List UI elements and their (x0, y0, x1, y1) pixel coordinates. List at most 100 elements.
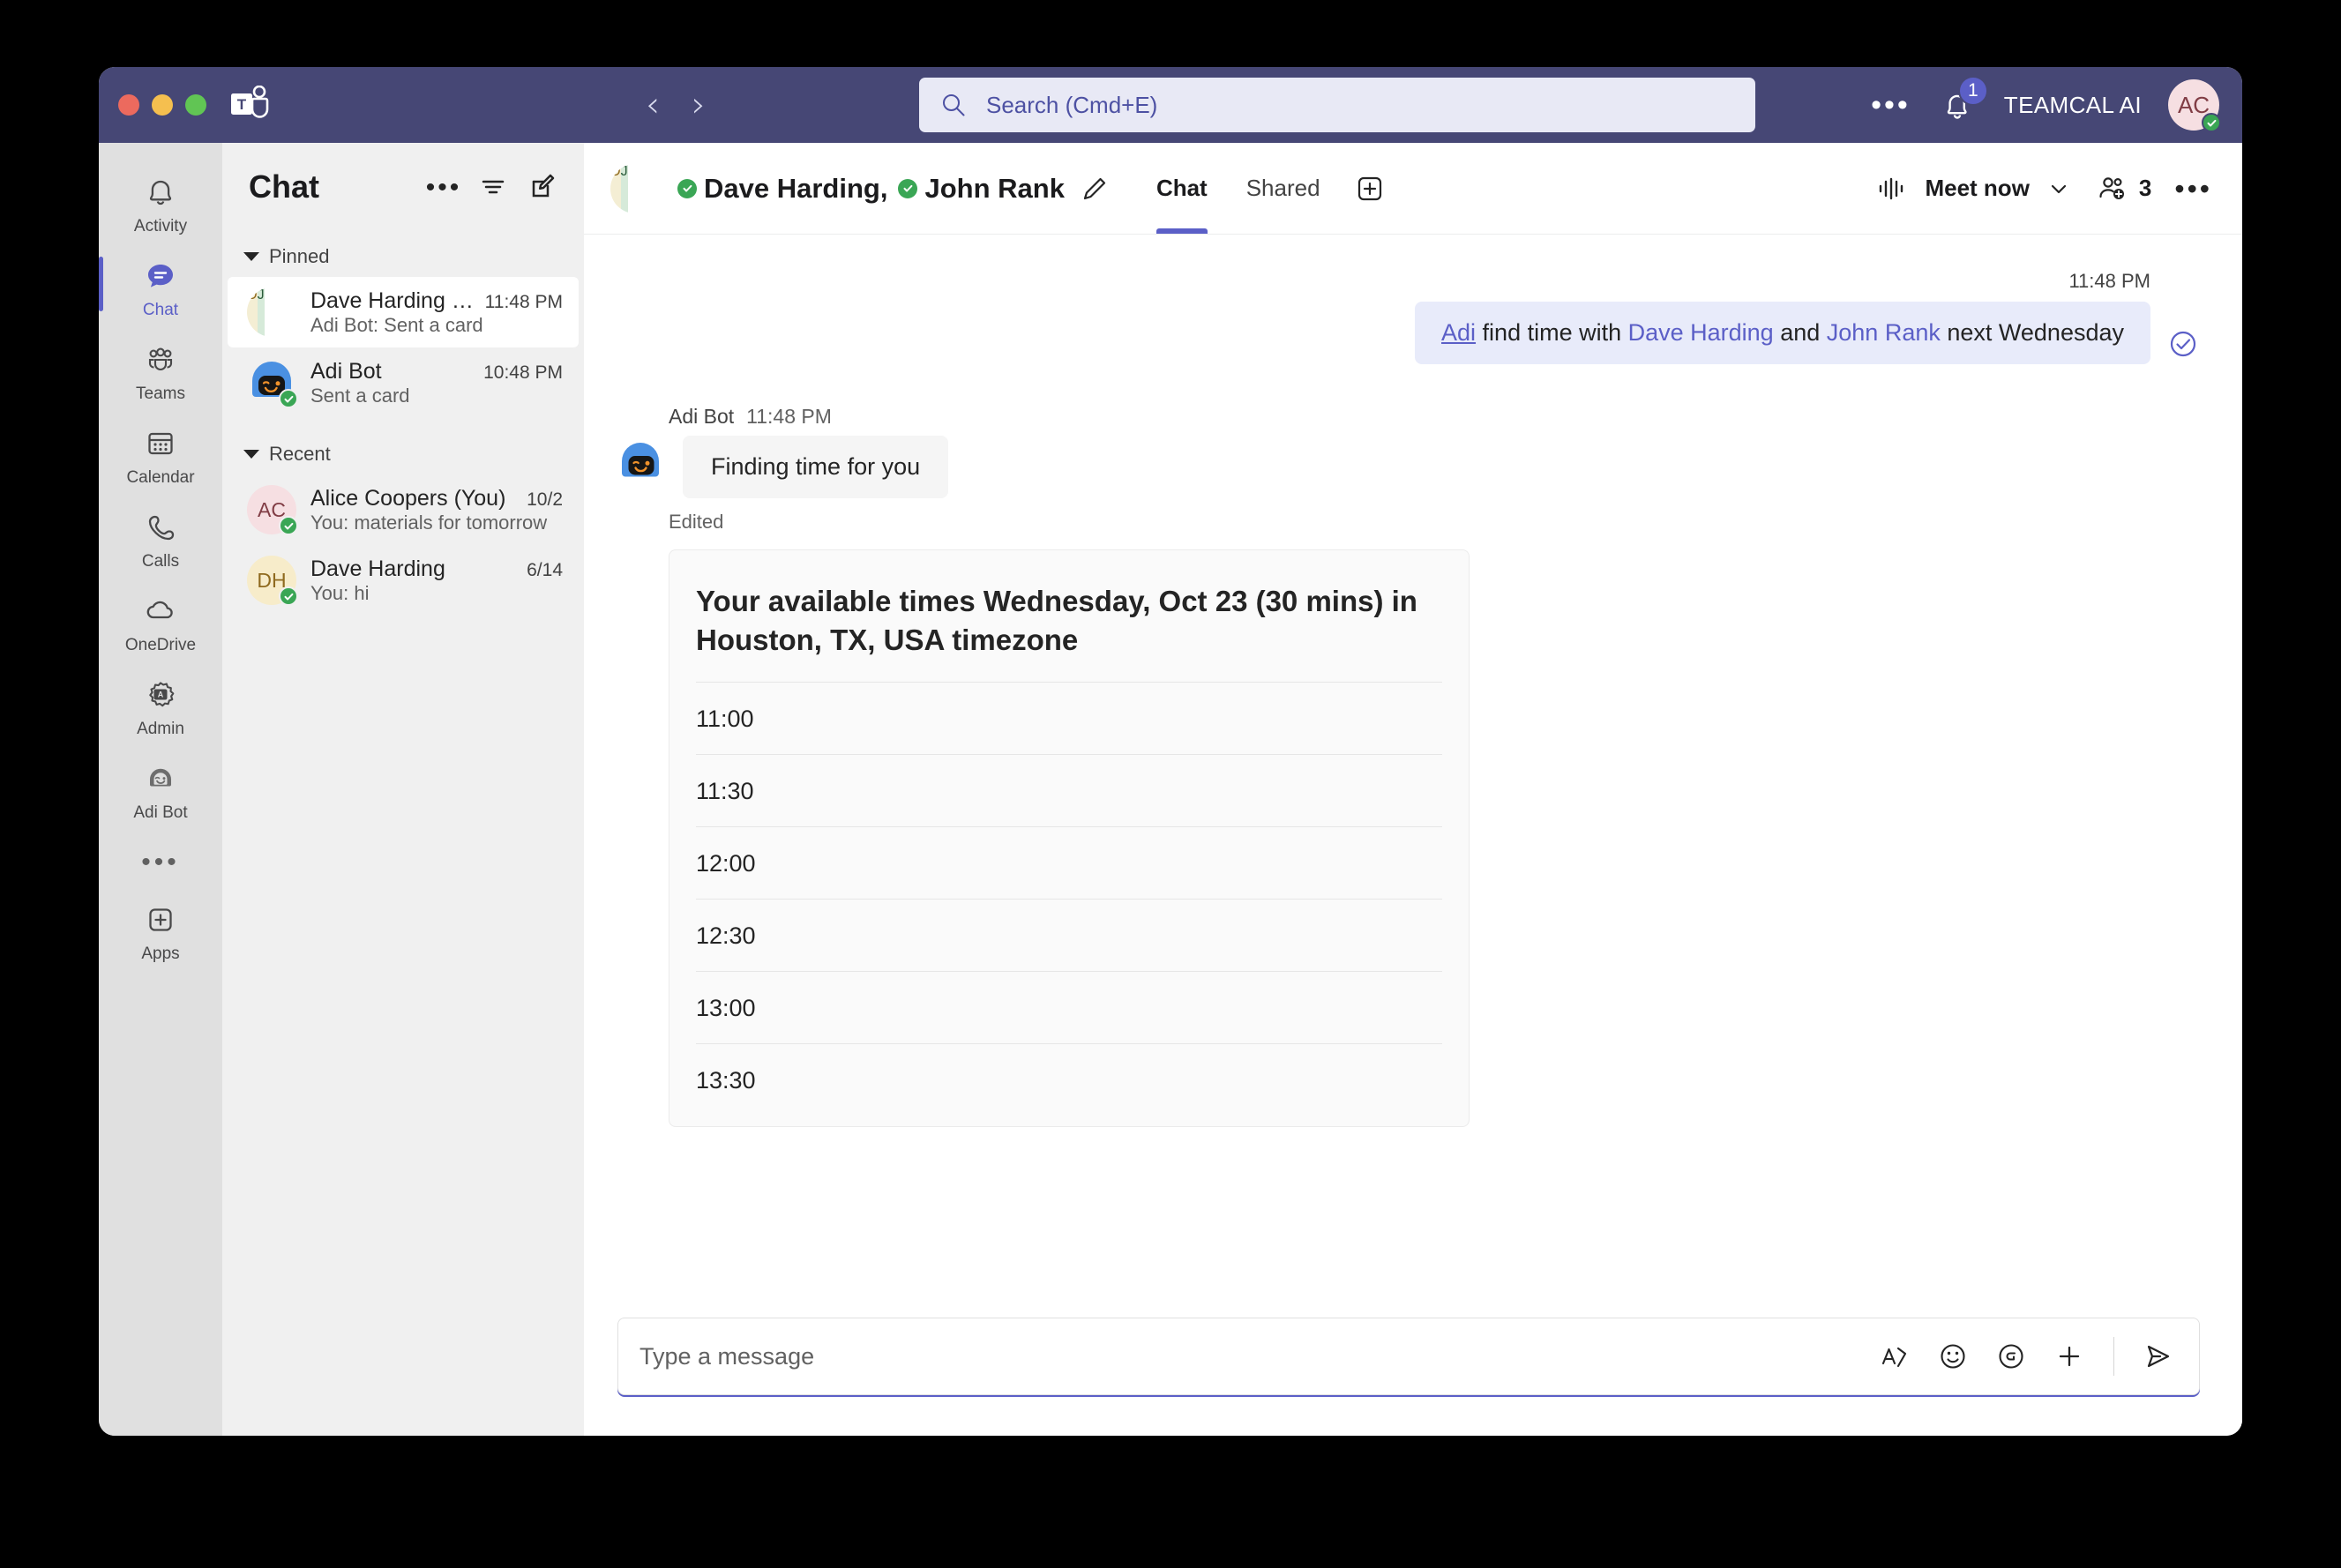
message-bubble: Adi find time with Dave Harding and John… (1415, 302, 2150, 364)
chat-list-header: Chat ••• (222, 143, 584, 231)
avatar: D J (610, 164, 660, 213)
participant-dave-harding[interactable]: Dave Harding (677, 173, 880, 205)
list-item[interactable]: D J Dave Harding and ... 11:48 PM Adi Bo… (228, 277, 579, 347)
chat-list-more-button[interactable]: ••• (423, 167, 464, 207)
avatar: DH (247, 556, 296, 605)
tab-shared[interactable]: Shared (1227, 143, 1340, 234)
bell-icon (142, 174, 179, 211)
sidebar-item-admin[interactable]: A Admin (99, 665, 222, 749)
sent-check-icon (2166, 327, 2200, 361)
titlebar-right-group: ••• 1 TEAMCAL AI AC (1871, 79, 2219, 131)
section-header-pinned[interactable]: Pinned (222, 231, 584, 277)
calendar-icon (142, 425, 179, 462)
send-icon[interactable] (2141, 1339, 2176, 1374)
avatar (617, 439, 665, 487)
add-tab-icon[interactable] (1352, 171, 1387, 206)
minimize-window-button[interactable] (152, 94, 173, 116)
list-item-body: Adi Bot 10:48 PM Sent a card (310, 359, 563, 407)
forward-button[interactable]: › (692, 87, 706, 123)
avatar-initial-left: D (610, 164, 621, 213)
teams-window: T ‹ › ••• 1 T (99, 67, 2242, 1436)
message-input[interactable] (639, 1343, 1877, 1370)
conversation-more-button[interactable]: ••• (2174, 182, 2212, 196)
tab-chat[interactable]: Chat (1137, 143, 1227, 234)
giphy-icon[interactable] (1993, 1339, 2029, 1374)
close-window-button[interactable] (118, 94, 139, 116)
sidebar-item-activity[interactable]: Activity (99, 162, 222, 246)
presence-available-icon (677, 179, 697, 198)
list-item[interactable]: AC Alice Coopers (You) 10/2 You: materia… (228, 474, 579, 545)
sidebar-more-button[interactable]: ••• (141, 833, 180, 877)
page-title: Chat (249, 168, 415, 205)
avatar (247, 358, 296, 407)
sidebar-item-apps[interactable]: Apps (99, 890, 222, 974)
section-header-recent[interactable]: Recent (222, 418, 584, 474)
chevron-down-icon[interactable] (2046, 175, 2072, 202)
global-search[interactable] (919, 78, 1755, 132)
time-slot-option[interactable]: 13:30 (696, 1044, 1442, 1100)
bot-face-icon (142, 760, 179, 797)
list-item[interactable]: Adi Bot 10:48 PM Sent a card (228, 347, 579, 418)
window-body: Activity Chat (99, 143, 2242, 1436)
time-slot-option[interactable]: 13:00 (696, 972, 1442, 1044)
person-mention-dave[interactable]: Dave Harding (1628, 319, 1774, 346)
sidebar-item-chat[interactable]: Chat (99, 246, 222, 330)
time-slot-option[interactable]: 11:30 (696, 755, 1442, 827)
presence-available-icon (279, 586, 298, 606)
participant-john-rank[interactable]: John Rank (898, 173, 1064, 205)
format-icon[interactable] (1877, 1339, 1912, 1374)
sidebar-item-label: Adi Bot (133, 803, 187, 823)
titlebar-more-button[interactable]: ••• (1871, 96, 1911, 114)
time-slot-option[interactable]: 11:00 (696, 683, 1442, 755)
sidebar-item-label: Chat (143, 301, 178, 320)
presence-available-icon (279, 389, 298, 408)
sidebar-item-calls[interactable]: Calls (99, 497, 222, 581)
sidebar-item-onedrive[interactable]: OneDrive (99, 581, 222, 665)
add-people-button[interactable]: 3 (2095, 171, 2151, 206)
sidebar-item-calendar[interactable]: Calendar (99, 414, 222, 497)
list-item-title: Adi Bot (310, 359, 476, 385)
list-item-preview: Adi Bot: Sent a card (310, 314, 483, 336)
message-text-part: next Wednesday (1941, 319, 2124, 346)
sidebar-item-adi-bot[interactable]: Adi Bot (99, 749, 222, 833)
meet-now-label: Meet now (1925, 175, 2029, 202)
list-item[interactable]: DH Dave Harding 6/14 You: hi (228, 545, 579, 616)
message-timestamp: 11:48 PM (2068, 270, 2150, 293)
time-slot-option[interactable]: 12:30 (696, 900, 1442, 972)
filter-icon[interactable] (473, 167, 513, 207)
search-icon (940, 92, 967, 118)
search-input[interactable] (986, 92, 1734, 119)
bot-face-icon (617, 439, 665, 487)
plus-icon[interactable] (2052, 1339, 2087, 1374)
compose-icon[interactable] (522, 167, 563, 207)
sidebar-item-label: Calendar (126, 468, 194, 488)
list-item-preview: You: materials for tomorrow (310, 511, 547, 534)
composer-divider (2113, 1337, 2114, 1376)
avatar[interactable]: AC (2168, 79, 2219, 131)
maximize-window-button[interactable] (185, 94, 206, 116)
meet-now-button[interactable]: Meet now (1874, 171, 2071, 206)
admin-gear-icon: A (142, 676, 179, 713)
notifications-button[interactable]: 1 (1937, 85, 1978, 125)
list-item-title: Alice Coopers (You) (310, 486, 520, 511)
sidebar-item-teams[interactable]: Teams (99, 330, 222, 414)
list-item-time: 6/14 (527, 560, 563, 581)
participant-name: John Rank (924, 173, 1064, 205)
pencil-icon[interactable] (1079, 173, 1111, 205)
composer-actions (1877, 1337, 2176, 1376)
message-composer[interactable] (617, 1318, 2200, 1395)
avatar: D J (247, 287, 296, 337)
chat-list-panel: Chat ••• (222, 143, 584, 1436)
sidebar-item-label: Calls (142, 552, 179, 571)
person-mention-john[interactable]: John Rank (1827, 319, 1941, 346)
cloud-icon (142, 593, 179, 630)
conversation-tabs: Chat Shared (1137, 143, 1387, 234)
back-button[interactable]: ‹ (646, 87, 660, 123)
bot-mention[interactable]: Adi (1441, 319, 1476, 346)
time-slot-option[interactable]: 12:00 (696, 827, 1442, 900)
list-item-body: Alice Coopers (You) 10/2 You: materials … (310, 486, 563, 534)
conversation-header: D J Dave Harding , (584, 143, 2242, 235)
message-meta: Adi Bot11:48 PM (669, 405, 2200, 429)
emoji-icon[interactable] (1935, 1339, 1971, 1374)
message-timestamp: 11:48 PM (746, 405, 832, 428)
